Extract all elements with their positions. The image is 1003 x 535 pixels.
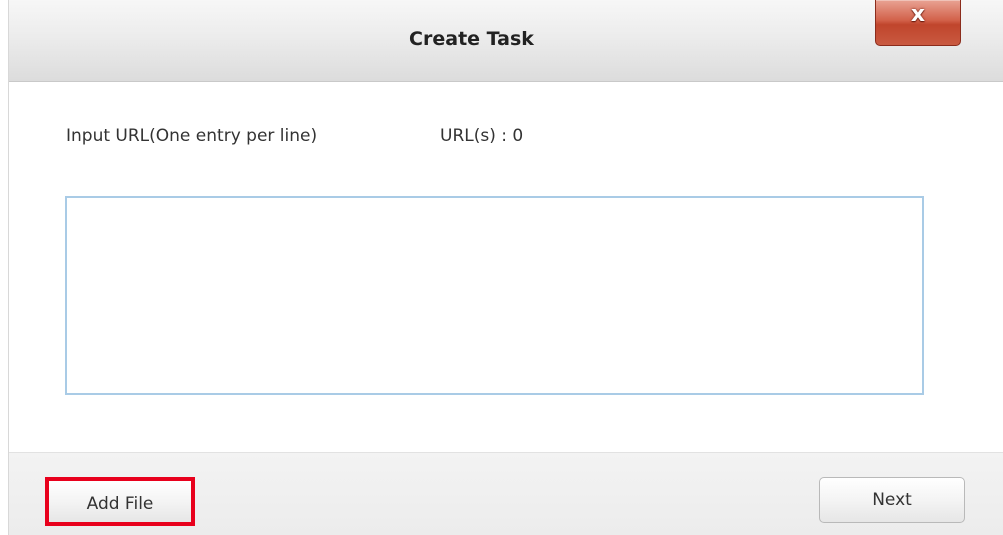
dialog-footer: Add File Next [9,452,1003,535]
dialog-title-bar[interactable]: Create Task x [9,0,1003,82]
close-button[interactable]: x [875,0,961,46]
next-button[interactable]: Next [819,477,965,523]
url-count: URL(s) : 0 [440,126,524,146]
add-file-button[interactable]: Add File [45,477,195,526]
dialog-body: Input URL(One entry per line) URL(s) : 0 [9,82,1003,452]
url-input-textarea[interactable] [65,196,924,395]
close-icon: x [910,2,926,27]
dialog-title: Create Task [409,28,534,50]
url-input-label: Input URL(One entry per line) [66,126,318,146]
create-task-dialog: Create Task x Input URL(One entry per li… [8,0,1003,535]
